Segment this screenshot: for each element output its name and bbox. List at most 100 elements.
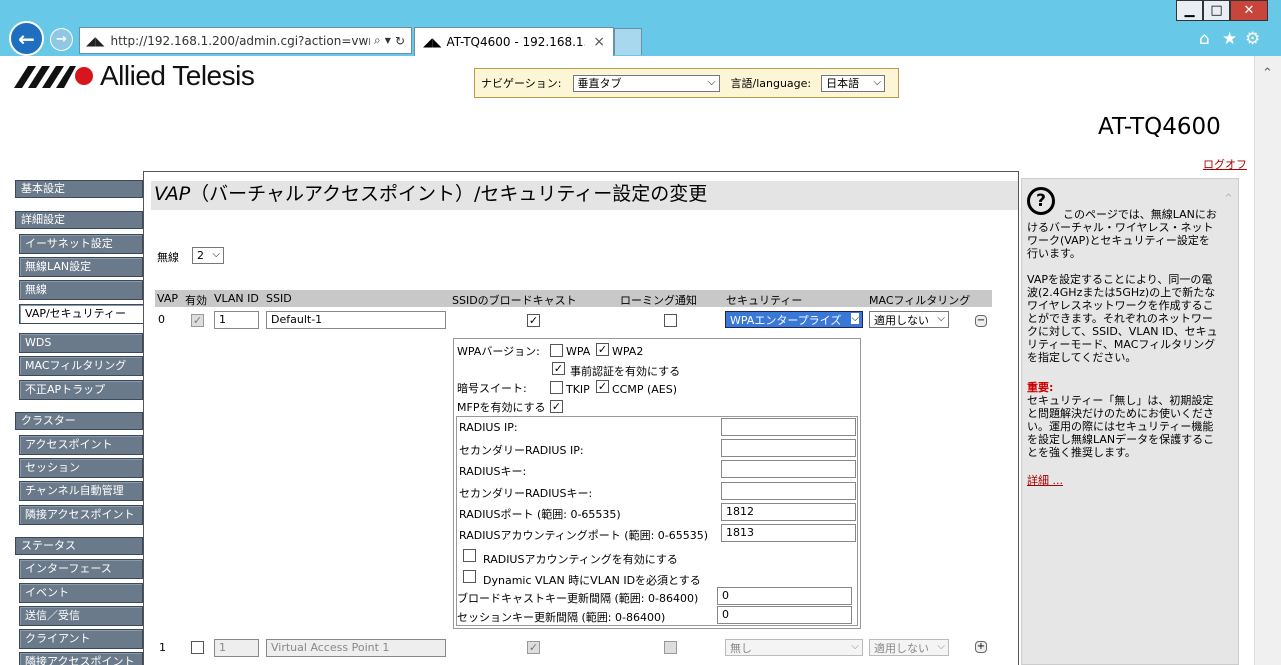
sidebar-group-status[interactable]: ステータス [15,537,143,555]
row1-enabled-checkbox[interactable] [191,641,204,654]
sidebar-item-radio[interactable]: 無線 [19,280,143,300]
col-broadcast: SSIDのブロードキャスト [452,294,577,307]
help-more-link[interactable]: 詳細 ... [1027,474,1219,487]
browser-tab[interactable]: ◢◣ AT-TQ4600 - 192.168.1.... × [414,27,614,56]
new-tab-button[interactable] [614,28,642,55]
scroll-up-icon[interactable]: ⌃ [1262,66,1273,81]
row0-broadcast-checkbox[interactable] [527,314,540,327]
sidebar-item-clients[interactable]: クライアント [19,629,143,649]
sidebar-group-basic[interactable]: 基本設定 [15,180,143,198]
chevron-down-icon: ⌵ [873,76,882,88]
sidebar-item-rogue-ap[interactable]: 不正APトラップ [19,380,143,400]
radius-port-label: RADIUSポート (範囲: 0-65535) [459,508,621,521]
brand-logo: Allied Telesis [14,60,255,92]
radius-port-input[interactable]: 1812 [721,503,856,521]
session-key-label: セッションキー更新間隔 (範囲: 0-86400) [457,611,666,624]
row1-mac-select[interactable]: 適用しない ⌵ [869,639,949,656]
home-icon[interactable]: ⌂ [1199,29,1210,49]
gear-icon[interactable]: ⚙ [1245,29,1260,49]
bcast-key-input[interactable]: 0 [717,587,852,605]
preauth-checkbox[interactable] [552,362,565,375]
row1-mac-value: 適用しない [874,641,929,655]
chevron-down-icon: ⌵ [707,76,716,88]
sidebar-item-status-neighbor-ap[interactable]: 隣接アクセスポイント [19,652,143,665]
row1-security-select[interactable]: 無し ⌵ [725,639,863,656]
sidebar-item-events[interactable]: イベント [19,583,143,603]
row0-security-select[interactable]: WPAエンタープライズ ⌵ [725,311,863,328]
sidebar-group-cluster[interactable]: クラスター [15,412,143,430]
col-mac: MACフィルタリング [869,294,971,307]
maximize-button[interactable]: □ [1203,0,1230,21]
row0-mac-select[interactable]: 適用しない ⌵ [869,311,949,328]
page-title-prefix: VAP [154,183,191,205]
mfp-label: MFPを有効にする [457,401,546,414]
wpa-label: WPA [566,345,591,358]
radio-select[interactable]: 2 ⌵ [192,247,224,264]
refresh-icon[interactable]: ↻ [395,34,405,48]
session-key-input[interactable]: 0 [717,606,852,624]
sidebar-item-wds[interactable]: WDS [19,333,143,353]
sidebar-item-wlan[interactable]: 無線LAN設定 [19,257,143,277]
row1-broadcast-checkbox[interactable] [527,641,540,654]
radius-key-input[interactable] [721,460,856,478]
model-name: AT-TQ4600 [1098,114,1221,140]
col-roaming: ローミング通知 [620,294,697,307]
forward-icon[interactable]: → [50,28,73,51]
tab-close-icon[interactable]: × [593,34,605,50]
help-important-label: 重要: [1027,381,1054,394]
tkip-label: TKIP [566,383,590,396]
tkip-checkbox[interactable] [550,381,563,394]
page-scrollbar[interactable]: ⌃ [1254,56,1281,665]
row0-vlan-input[interactable]: 1 [214,311,259,329]
sidebar-item-ethernet[interactable]: イーサネット設定 [19,234,143,254]
search-icon[interactable]: ⌕ [374,33,381,48]
nav-select[interactable]: 垂直タブ ⌵ [572,74,720,92]
star-icon[interactable]: ★ [1222,29,1237,49]
address-text: http://192.168.1.200/admin.cgi?action=vw… [110,33,371,48]
wpa2-checkbox[interactable] [596,343,609,356]
mfp-checkbox[interactable] [550,400,563,413]
sec-radius-ip-input[interactable] [721,439,856,457]
page-title-text: （バーチャルアクセスポイント）/セキュリティー設定の変更 [190,183,708,205]
row1-roaming-checkbox[interactable] [664,641,677,654]
ccmp-checkbox[interactable] [596,380,609,393]
logoff-link[interactable]: ログオフ [1203,156,1247,172]
sidebar-item-interfaces[interactable]: インターフェース [19,559,143,579]
col-vap: VAP [157,292,178,305]
language-select[interactable]: 日本語 ⌵ [821,74,886,92]
sidebar-item-neighbor-ap[interactable]: 隣接アクセスポイント [19,505,143,525]
sidebar-item-tx-rx[interactable]: 送信／受信 [19,606,143,626]
row1-vlan-input[interactable]: 1 [214,639,259,657]
close-window-button[interactable]: ✕ [1230,0,1268,21]
row0-roaming-checkbox[interactable] [664,314,677,327]
dyn-vlan-label: Dynamic VLAN 時にVLAN IDを必須とする [483,574,701,587]
sidebar-item-sessions[interactable]: セッション [19,458,143,478]
sidebar-item-vap-security[interactable]: VAP/セキュリティー [19,304,144,324]
acct-enable-checkbox[interactable] [463,549,476,562]
address-bar[interactable]: ◢◣ http://192.168.1.200/admin.cgi?action… [79,27,412,54]
help-scroll-up-icon[interactable]: ⌃ [1223,192,1234,207]
row1-expand-icon[interactable]: + [975,641,987,653]
minimize-button[interactable]: ▁ [1176,0,1203,21]
preauth-label: 事前認証を有効にする [570,365,681,378]
col-enabled: 有効 [185,294,207,307]
row0-collapse-icon[interactable]: − [975,315,987,327]
row1-ssid-input[interactable]: Virtual Access Point 1 [266,639,446,657]
sidebar-item-access-points[interactable]: アクセスポイント [19,435,143,455]
sec-radius-key-input[interactable] [721,482,856,500]
back-icon[interactable]: ← [9,21,44,56]
sidebar-item-mac-filter[interactable]: MACフィルタリング [19,356,143,376]
ccmp-label: CCMP (AES) [612,383,678,396]
wpa-checkbox[interactable] [550,344,563,357]
radius-ip-input[interactable] [721,418,856,436]
row1-vap: 1 [159,641,166,654]
sidebar-group-advanced[interactable]: 詳細設定 [15,211,143,229]
radius-ip-label: RADIUS IP: [459,421,518,434]
chevron-down-icon: ⌵ [212,249,220,260]
row0-enabled-checkbox[interactable] [191,314,204,327]
acct-port-input[interactable]: 1813 [721,524,856,542]
dyn-vlan-checkbox[interactable] [463,570,476,583]
dropdown-icon[interactable]: ▼ [385,36,391,45]
sidebar-item-channel-mgmt[interactable]: チャンネル自動管理 [19,481,143,501]
row0-ssid-input[interactable]: Default-1 [266,311,446,329]
